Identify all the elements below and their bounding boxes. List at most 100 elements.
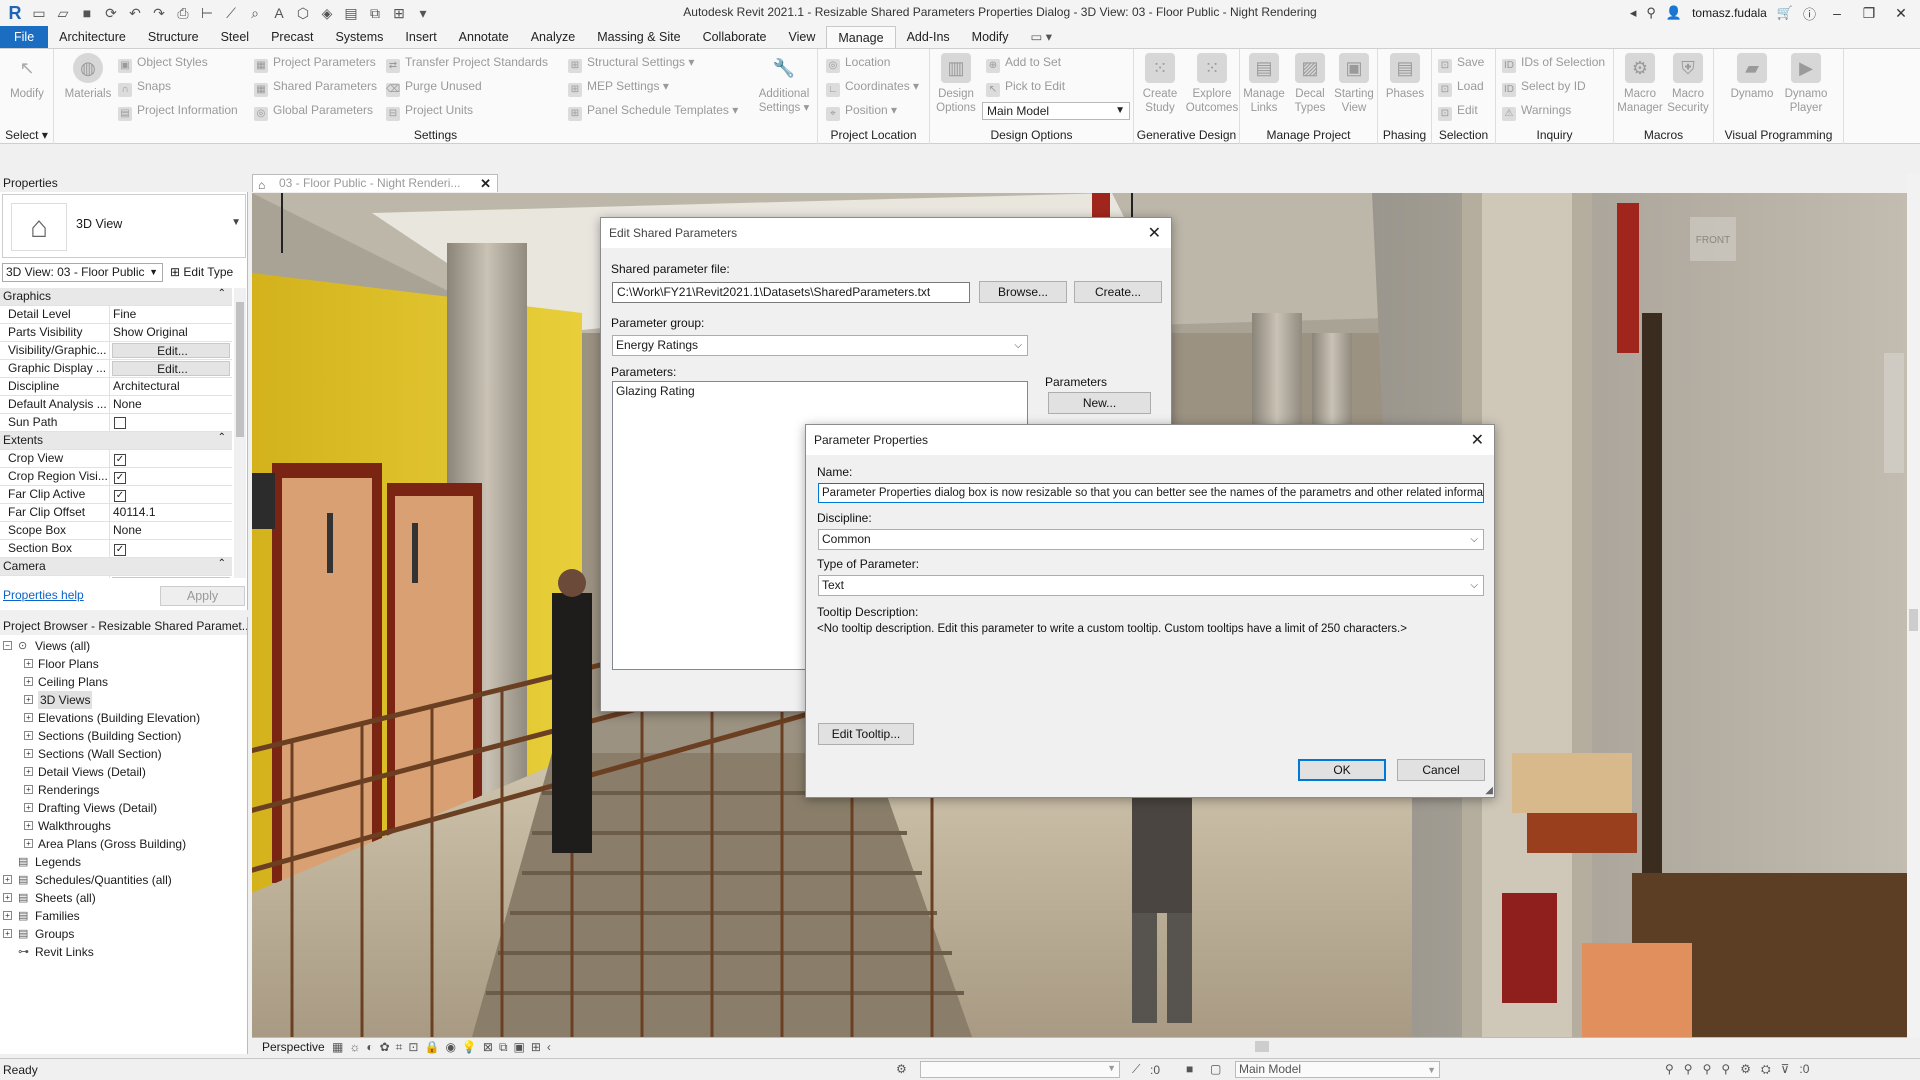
expand-icon[interactable]: + xyxy=(24,839,33,848)
property-row[interactable]: Far Clip Active ✓ xyxy=(0,486,232,504)
tab-view[interactable]: View xyxy=(778,26,827,48)
browser-node[interactable]: + Sections (Wall Section) xyxy=(0,745,247,763)
crop-view-icon[interactable]: ⌗ xyxy=(396,1040,403,1055)
background-processes-icon[interactable]: ⛭ xyxy=(1761,1062,1771,1077)
redo-icon[interactable]: ↷ xyxy=(150,4,168,22)
property-checkbox[interactable]: ✓ xyxy=(110,450,232,467)
browse-button[interactable]: Browse... xyxy=(979,281,1067,303)
tab-add-ins[interactable]: Add-Ins xyxy=(896,26,961,48)
starting-view-button[interactable]: ▣ Starting View xyxy=(1330,53,1378,115)
checkmark-icon[interactable]: ✓ xyxy=(114,544,126,556)
structural-settings-button[interactable]: ⊞ Structural Settings ▾ xyxy=(568,55,694,73)
decal-types-button[interactable]: ▨ Decal Types xyxy=(1286,53,1334,115)
expand-icon[interactable]: + xyxy=(24,695,33,704)
tab-analyze[interactable]: Analyze xyxy=(520,26,586,48)
help-icon[interactable]: ⓘ xyxy=(1803,4,1816,23)
list-item[interactable]: Glazing Rating xyxy=(616,384,1024,398)
collapse-icon[interactable]: ⌃ xyxy=(218,432,232,449)
select-underlay-icon[interactable]: ⚲ xyxy=(1684,1062,1693,1077)
parameter-name-input[interactable]: Parameter Properties dialog box is now r… xyxy=(818,483,1484,503)
measure-icon[interactable]: ⊢ xyxy=(198,4,216,22)
editing-requests-icon[interactable]: ⟋ xyxy=(1132,1062,1140,1077)
expand-icon[interactable]: + xyxy=(24,713,33,722)
worksets-icon[interactable]: ⚙ xyxy=(896,1062,907,1076)
property-value[interactable]: Fine xyxy=(110,306,232,323)
checkmark-icon[interactable]: ✓ xyxy=(114,490,126,502)
manage-links-button[interactable]: ▤ Manage Links xyxy=(1240,53,1288,115)
mep-settings-button[interactable]: ⊞ MEP Settings ▾ xyxy=(568,79,669,97)
tab-systems[interactable]: Systems xyxy=(324,26,394,48)
property-category[interactable]: Camera ⌃ xyxy=(0,558,232,576)
expand-icon[interactable]: + xyxy=(24,677,33,686)
open-folder-icon[interactable]: ▱ xyxy=(54,4,72,22)
property-row[interactable]: Graphic Display ... Edit... xyxy=(0,360,232,378)
customize-qat-icon[interactable]: ▾ xyxy=(414,4,432,22)
tab-precast[interactable]: Precast xyxy=(260,26,324,48)
location-button[interactable]: ◎ Location xyxy=(826,55,890,73)
property-row[interactable]: Scope Box None xyxy=(0,522,232,540)
constraints-icon[interactable]: ⊞ xyxy=(531,1040,541,1055)
scroll-left-icon[interactable]: ‹ xyxy=(547,1040,551,1055)
position-button[interactable]: ⌖ Position ▾ xyxy=(826,103,897,121)
transfer-project-standards-button[interactable]: ⇄ Transfer Project Standards xyxy=(386,55,548,73)
tab-collaborate[interactable]: Collaborate xyxy=(692,26,778,48)
expand-icon[interactable]: + xyxy=(24,749,33,758)
select-by-face-icon[interactable]: ⚲ xyxy=(1721,1062,1730,1077)
edit-type-button[interactable]: ⊞ Edit Type xyxy=(170,265,233,279)
browser-node[interactable]: + ▤ Schedules/Quantities (all) xyxy=(0,871,247,889)
shared-file-path-input[interactable]: C:\Work\FY21\Revit2021.1\Datasets\Shared… xyxy=(612,282,970,303)
new-parameter-button[interactable]: New... xyxy=(1048,392,1151,414)
scroll-thumb[interactable] xyxy=(1909,609,1918,631)
info-center-arrow-icon[interactable]: ◂ xyxy=(1630,5,1637,21)
property-row[interactable]: Crop Region Visi... ✓ xyxy=(0,468,232,486)
materials-button[interactable]: ◍ Materials xyxy=(60,53,116,101)
edit-tooltip-button[interactable]: Edit Tooltip... xyxy=(818,723,914,745)
property-row[interactable]: Rendering SettingsEdit... xyxy=(0,576,232,578)
cancel-button[interactable]: Cancel xyxy=(1397,759,1485,781)
select-pinned-icon[interactable]: ⚲ xyxy=(1703,1062,1712,1077)
browser-node[interactable]: + Elevations (Building Elevation) xyxy=(0,709,247,727)
property-category[interactable]: Extents ⌃ xyxy=(0,432,232,450)
design-option-icon[interactable]: ■ xyxy=(1186,1062,1193,1076)
expand-icon[interactable]: + xyxy=(3,875,12,884)
close-hidden-icon[interactable]: ⧉ xyxy=(366,4,384,22)
viewcube-label[interactable]: FRONT xyxy=(1696,235,1730,246)
reveal-hidden-icon[interactable]: 💡 xyxy=(462,1040,477,1055)
close-icon[interactable]: ✕ xyxy=(1471,430,1484,450)
purge-unused-button[interactable]: ⌫ Purge Unused xyxy=(386,79,482,97)
property-value[interactable]: None xyxy=(110,396,232,413)
print-icon[interactable]: ⎙ xyxy=(174,4,192,22)
property-checkbox[interactable]: ✓ xyxy=(110,540,232,557)
close-tab-icon[interactable]: ✕ xyxy=(480,175,491,192)
expand-icon[interactable]: + xyxy=(3,911,12,920)
global-parameters-button[interactable]: ◎ Global Parameters xyxy=(254,103,373,121)
checkmark-icon[interactable]: ✓ xyxy=(114,472,126,484)
checkbox-icon[interactable] xyxy=(114,417,126,429)
tab-structure[interactable]: Structure xyxy=(137,26,210,48)
browser-node[interactable]: +3D Views xyxy=(0,691,247,709)
property-row[interactable]: Discipline Architectural xyxy=(0,378,232,396)
expand-icon[interactable]: + xyxy=(3,929,12,938)
design-option-combo[interactable]: Main Model ▼ xyxy=(982,102,1130,120)
property-checkbox[interactable]: ✓ xyxy=(110,468,232,485)
add-to-set-button[interactable]: ⊕ Add to Set xyxy=(986,55,1061,73)
property-value[interactable]: Architectural xyxy=(110,378,232,395)
explore-outcomes-button[interactable]: ⁙ Explore Outcomes xyxy=(1184,53,1240,115)
discipline-select[interactable]: Common ⌵ xyxy=(818,529,1484,550)
group-label-select[interactable]: Select ▾ xyxy=(0,128,53,142)
shadows-icon[interactable]: ◐ xyxy=(366,1040,373,1055)
close-window-button[interactable]: ✕ xyxy=(1890,5,1912,22)
checkmark-icon[interactable]: ✓ xyxy=(114,454,126,466)
workset-combo[interactable]: ▼ xyxy=(920,1061,1120,1078)
parameter-group-select[interactable]: Energy Ratings ⌵ xyxy=(612,335,1028,356)
macro-security-button[interactable]: ⛨ Macro Security xyxy=(1664,53,1712,115)
collapse-icon[interactable]: − xyxy=(3,641,12,650)
expand-icon[interactable]: + xyxy=(24,659,33,668)
revit-logo-icon[interactable]: R xyxy=(6,4,24,22)
browser-node[interactable]: + Drafting Views (Detail) xyxy=(0,799,247,817)
show-rendering-icon[interactable]: ✿ xyxy=(380,1040,390,1055)
browser-node[interactable]: + Sections (Building Section) xyxy=(0,727,247,745)
save-selection-button[interactable]: ⊡ Save xyxy=(1438,55,1484,73)
warnings-button[interactable]: ⚠ Warnings xyxy=(1502,103,1571,121)
cart-icon[interactable]: 🛒 xyxy=(1777,5,1793,21)
